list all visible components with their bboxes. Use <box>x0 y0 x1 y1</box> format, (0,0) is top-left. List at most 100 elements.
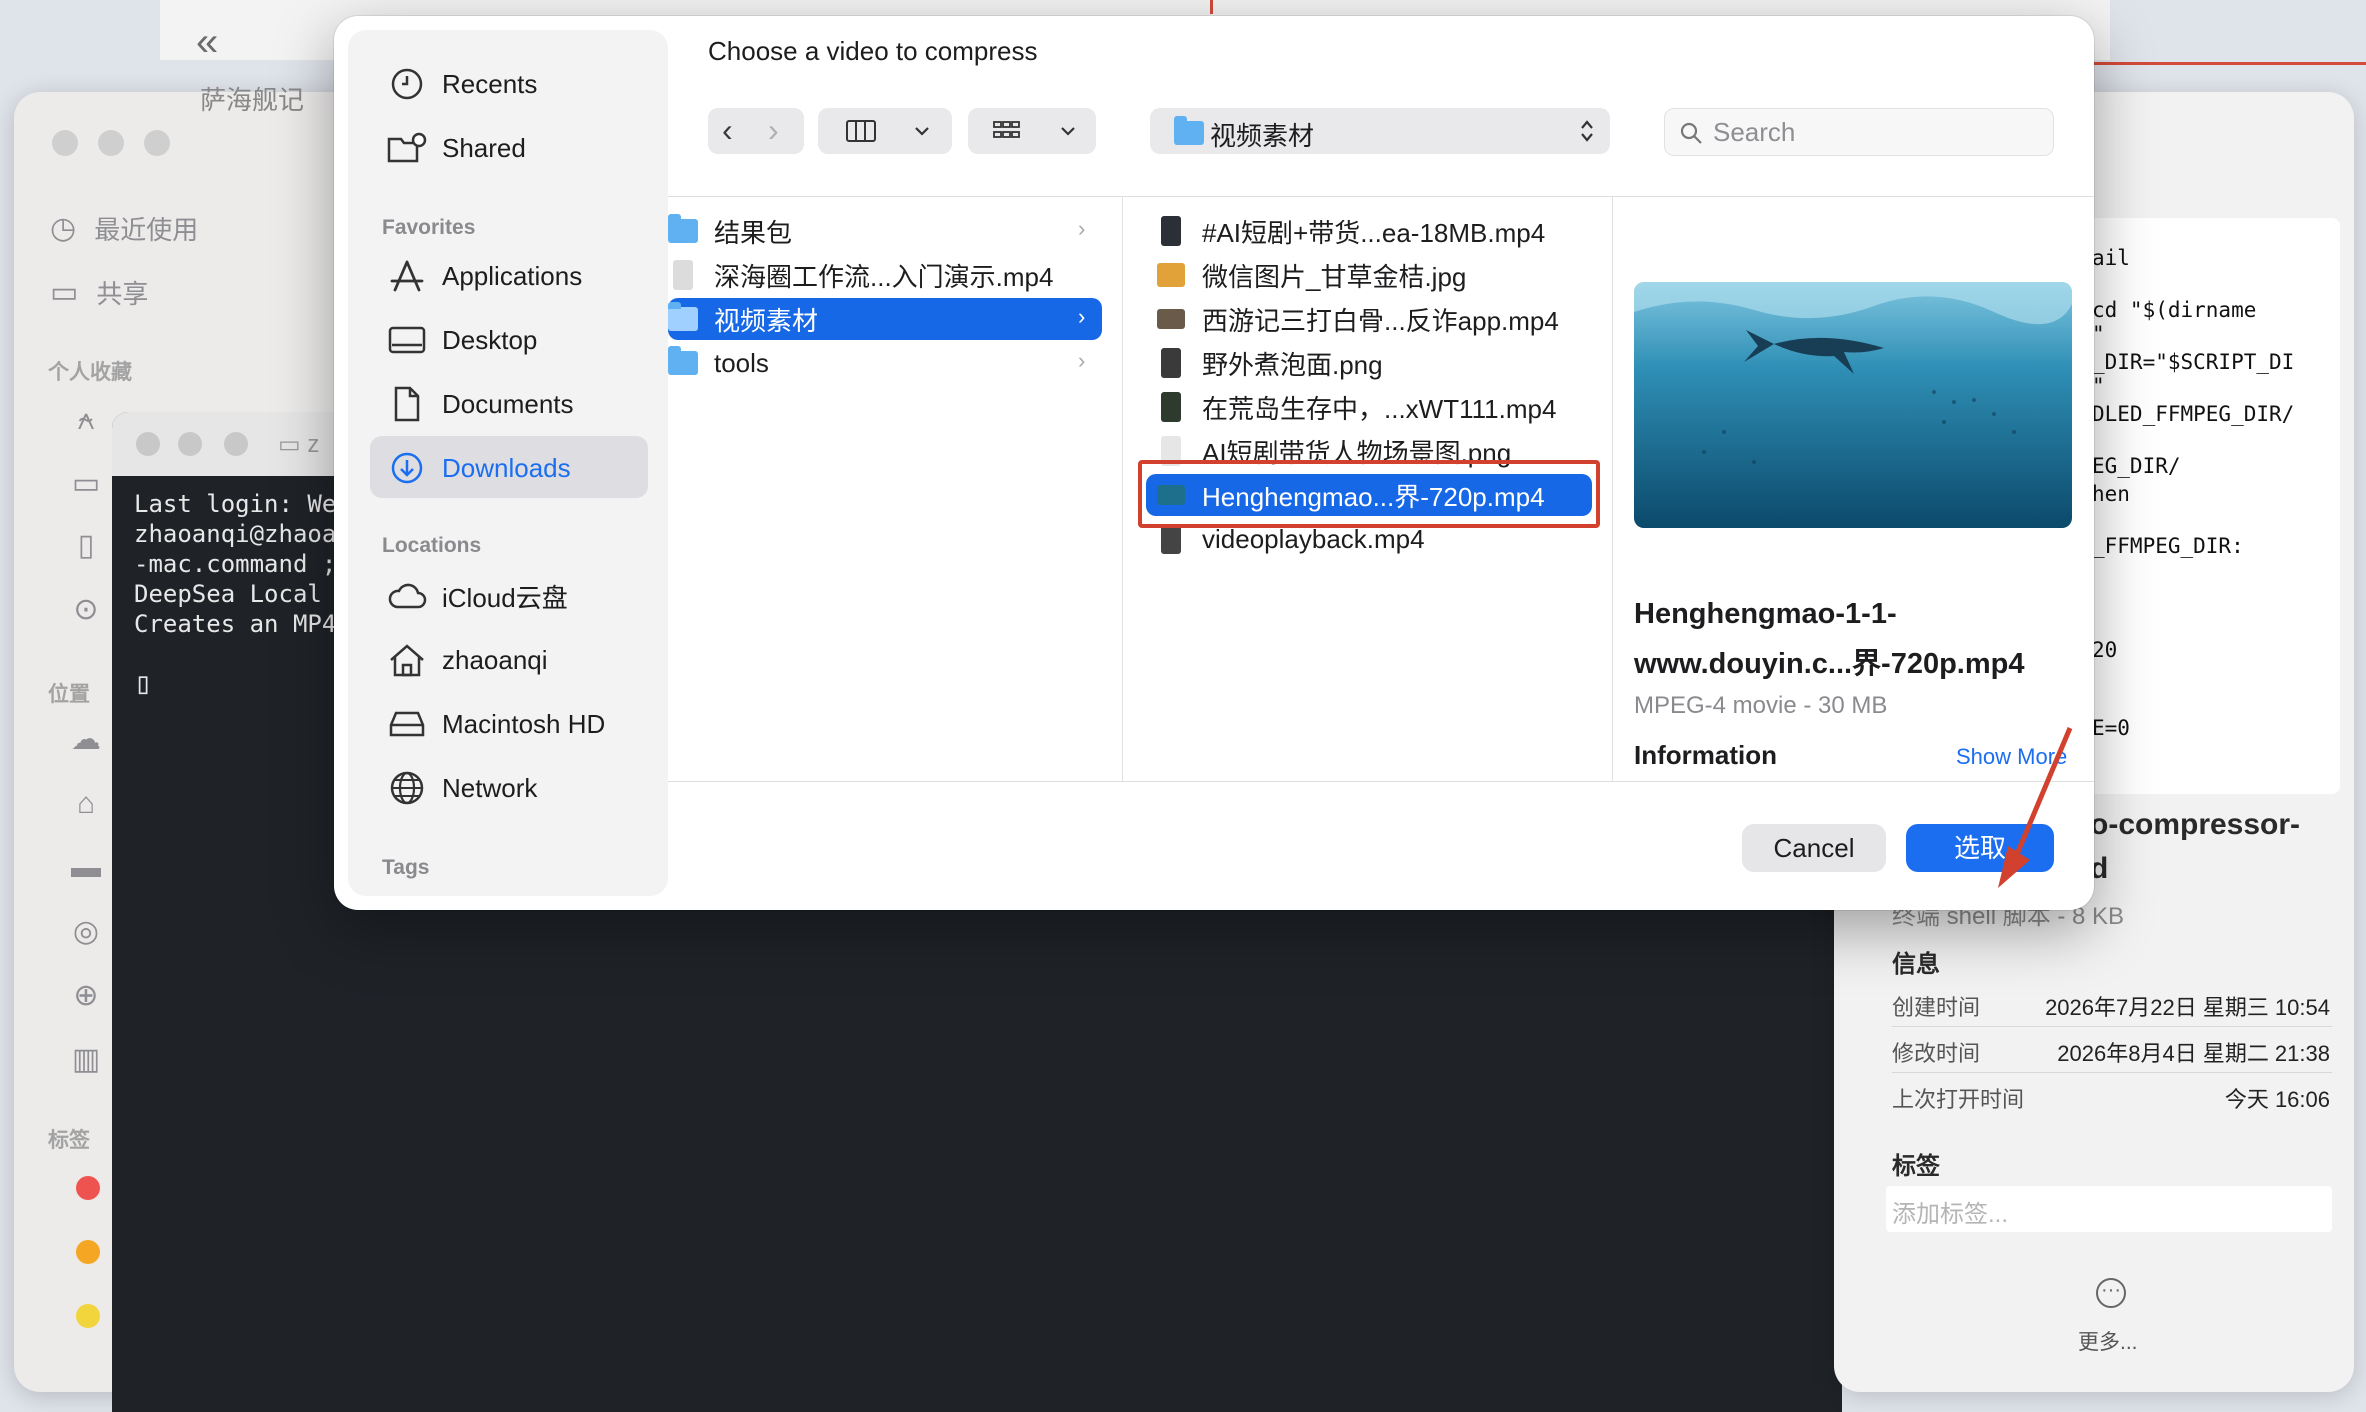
list-item[interactable]: 野外煮泡面.png <box>1156 342 1596 384</box>
opened-label: 上次打开时间 <box>1892 1087 2025 1112</box>
forward-button[interactable]: › <box>768 112 779 149</box>
favorites-heading: Favorites <box>382 216 476 239</box>
list-item-label: 结果包 <box>714 217 793 248</box>
list-item[interactable]: 微信图片_甘草金桔.jpg <box>1156 254 1596 296</box>
terminal-line: Creates an MP4 <box>134 610 337 638</box>
view-mode-button[interactable] <box>818 108 952 154</box>
sidebar-item-label: iCloud云盘 <box>442 582 568 613</box>
more-icon[interactable]: ··· <box>2096 1278 2126 1308</box>
document-icon <box>386 383 428 425</box>
video-thumbnail <box>1634 282 2072 528</box>
cloud-icon[interactable]: ☁ <box>68 722 104 758</box>
close-button[interactable] <box>136 432 160 456</box>
code-line: cd "$(dirname <box>2092 298 2257 322</box>
terminal-line: zhaoanqi@zhaoa <box>134 520 337 548</box>
path-popup-label: 视频素材 <box>1210 121 1315 151</box>
sidebar-item-label: Recents <box>442 68 538 99</box>
columns-view-icon <box>846 120 876 142</box>
sidebar-item-recents[interactable]: Recents <box>386 56 646 112</box>
created-label: 创建时间 <box>1892 995 1981 1020</box>
image-file-icon <box>1161 348 1181 378</box>
divider <box>1892 1072 2332 1073</box>
arrow-annotation <box>1998 727 2073 888</box>
sidebar-item-applications[interactable]: Applications <box>386 248 646 304</box>
terminal-line: DeepSea Local <box>134 580 337 608</box>
code-line: DLED_FFMPEG_DIR/ <box>2092 402 2295 426</box>
sidebar-item-macintosh-hd[interactable]: Macintosh HD <box>386 696 646 752</box>
list-item[interactable]: 在荒岛生存中，...xWT111.mp4 <box>1156 386 1596 428</box>
network-icon[interactable]: ⊕ <box>68 978 104 1014</box>
folder-icon <box>668 214 698 243</box>
close-button[interactable] <box>52 130 78 156</box>
sidebar-item-home[interactable]: zhaoanqi <box>386 632 646 688</box>
folder-icon <box>668 302 698 331</box>
more-label[interactable]: 更多... <box>2078 1326 2138 1356</box>
list-item-label: 野外煮泡面.png <box>1202 349 1383 380</box>
tag-orange[interactable] <box>76 1240 100 1264</box>
preview-file-name: Henghengmao-1-1- <box>1634 598 1897 630</box>
sidebar-item-label: Documents <box>442 388 574 419</box>
tags-field[interactable]: 添加标签... <box>1886 1186 2332 1232</box>
sidebar-item-downloads[interactable]: Downloads <box>386 440 646 496</box>
information-heading: Information <box>1634 740 1777 770</box>
modified-value: 2026年8月4日 星期二 21:38 <box>2057 1041 2330 1066</box>
tag-red[interactable] <box>76 1176 100 1200</box>
zoom-button[interactable] <box>224 432 248 456</box>
network-icon <box>386 767 428 809</box>
bg-sidebar-shared[interactable]: ▭ 共享 <box>50 274 148 311</box>
desktop-icon[interactable]: ▭ <box>68 466 104 502</box>
terminal-title: ▭ z <box>278 430 319 459</box>
list-item[interactable]: 深海圈工作流...入门演示.mp4 <box>668 254 1100 296</box>
back-button[interactable]: ‹ <box>722 112 733 149</box>
sidebar-item-network[interactable]: Network <box>386 760 646 816</box>
chevron-right-icon: › <box>1078 304 1086 329</box>
download-icon[interactable]: ⊙ <box>68 592 104 628</box>
list-item[interactable]: 结果包 <box>668 210 1100 252</box>
list-item[interactable]: #AI短剧+带货...ea-18MB.mp4 <box>1156 210 1596 252</box>
tags-heading: Tags <box>382 856 430 879</box>
dialog-title: Choose a video to compress <box>708 36 1038 66</box>
list-item[interactable]: tools <box>668 342 1100 384</box>
file-name: o-compressor- <box>2090 808 2301 841</box>
collapse-sidebar-icon[interactable]: « <box>196 20 218 65</box>
shared-folder-icon: ▭ <box>50 276 79 309</box>
airdrop-icon[interactable]: ◎ <box>68 914 104 950</box>
zoom-button[interactable] <box>144 130 170 156</box>
video-file-icon <box>1161 392 1181 422</box>
group-button[interactable] <box>968 108 1096 154</box>
sidebar-item-documents[interactable]: Documents <box>386 376 646 432</box>
document-icon[interactable]: ▯ <box>68 528 104 564</box>
minimize-button[interactable] <box>178 432 202 456</box>
list-item-label: tools <box>714 347 769 378</box>
background-red-line <box>1210 0 1213 14</box>
cancel-button[interactable]: Cancel <box>1742 824 1886 872</box>
clock-icon <box>386 63 428 105</box>
search-field[interactable]: Search <box>1664 108 2054 156</box>
terminal-line: Last login: We <box>134 490 337 518</box>
sidebar-item-label: Network <box>442 772 538 803</box>
code-line: _FFMPEG_DIR: <box>2092 534 2244 558</box>
updown-chevron-icon <box>1581 120 1593 142</box>
locations-heading: Locations <box>382 534 482 557</box>
list-item-label: 视频素材 <box>714 305 819 336</box>
video-file-icon <box>1157 309 1185 329</box>
list-item-label: videoplayback.mp4 <box>1202 523 1425 554</box>
sidebar-item-shared[interactable]: Shared <box>386 120 646 176</box>
list-item-label: 微信图片_甘草金桔.jpg <box>1202 261 1467 292</box>
list-item[interactable]: 西游记三打白骨...反诈app.mp4 <box>1156 298 1596 340</box>
minimize-button[interactable] <box>98 130 124 156</box>
shark-preview-image <box>1634 282 2072 528</box>
trash-icon[interactable]: ▥ <box>68 1042 104 1078</box>
tags-placeholder: 添加标签... <box>1892 1201 2009 1228</box>
opened-value: 今天 16:06 <box>2224 1087 2330 1112</box>
bg-sidebar-recents[interactable]: ◷ 最近使用 <box>50 210 198 247</box>
tag-yellow[interactable] <box>76 1304 100 1328</box>
sidebar-item-icloud[interactable]: iCloud云盘 <box>386 568 646 624</box>
code-line: EG_DIR/ <box>2092 454 2181 478</box>
disk-icon[interactable]: ▬ <box>68 850 104 886</box>
applications-icon[interactable]: ⍲ <box>68 402 104 438</box>
list-item-selected[interactable]: 视频素材 <box>668 298 1102 340</box>
home-icon[interactable]: ⌂ <box>68 786 104 822</box>
path-popup[interactable]: 视频素材 <box>1150 108 1610 154</box>
sidebar-item-desktop[interactable]: Desktop <box>386 312 646 368</box>
